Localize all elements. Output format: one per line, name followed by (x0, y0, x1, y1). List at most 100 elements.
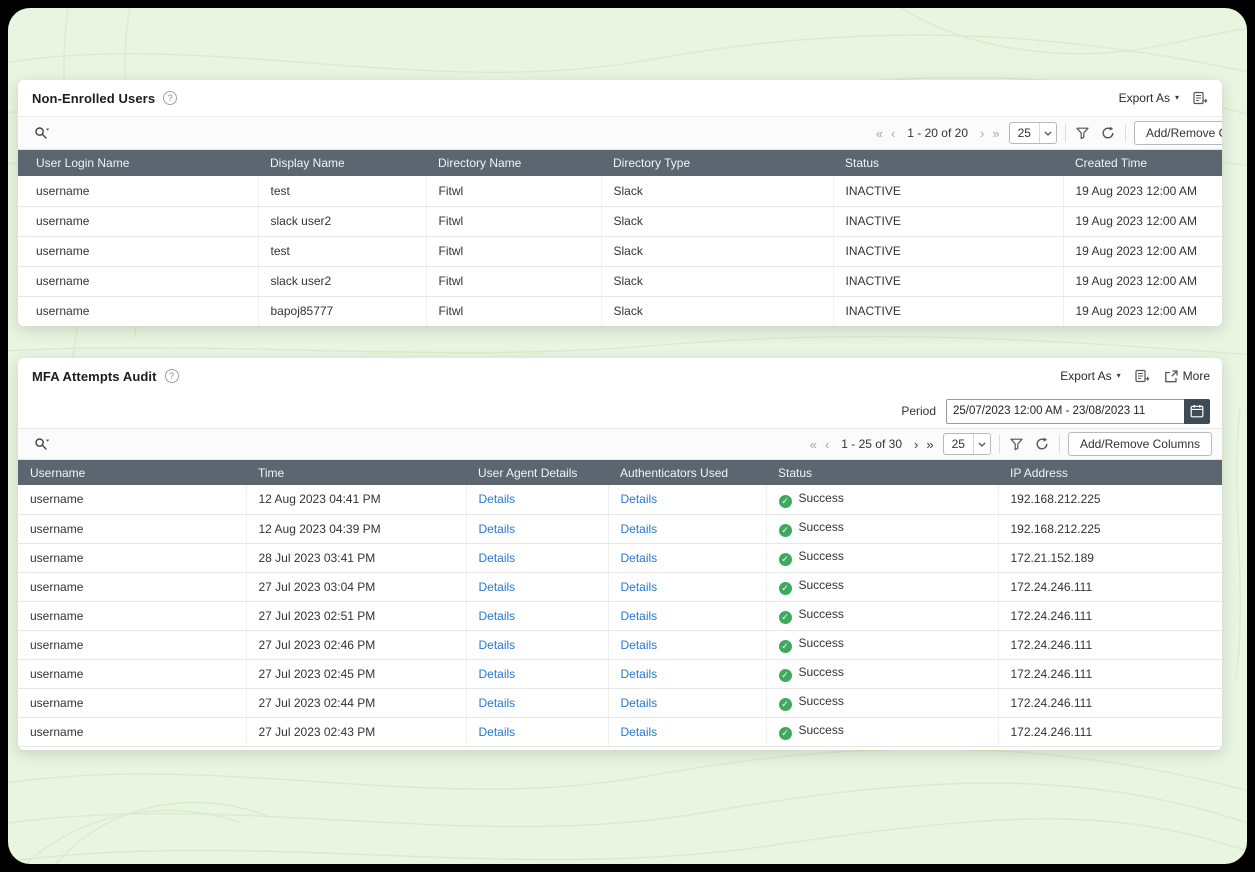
table-header-row: UsernameTimeUser Agent DetailsAuthentica… (18, 460, 1222, 485)
help-icon[interactable]: ? (165, 369, 179, 383)
mfa-attempts-audit-panel: MFA Attempts Audit ? Export As ▾ More (18, 358, 1222, 750)
column-header-status[interactable]: Status (766, 460, 998, 485)
prev-page-button[interactable]: ‹ (824, 438, 830, 451)
toolbar-divider (999, 435, 1000, 453)
table-cell: Details (608, 514, 766, 543)
period-input[interactable] (946, 399, 1184, 424)
next-page-button[interactable]: › (913, 438, 919, 451)
last-page-button[interactable]: » (991, 127, 1000, 140)
caret-down-icon: ▾ (1175, 94, 1179, 102)
details-link[interactable]: Details (621, 551, 658, 565)
column-header-created-time[interactable]: Created Time (1063, 150, 1222, 176)
details-link[interactable]: Details (479, 667, 516, 681)
table-cell: Details (608, 572, 766, 601)
success-icon: ✓ (779, 727, 792, 740)
details-link[interactable]: Details (621, 522, 658, 536)
page-size-select[interactable]: 25 (1009, 122, 1057, 144)
details-link[interactable]: Details (621, 725, 658, 739)
refresh-icon[interactable] (1099, 124, 1117, 142)
last-page-button[interactable]: » (925, 438, 934, 451)
details-link[interactable]: Details (479, 522, 516, 536)
table-cell: username (18, 543, 246, 572)
export-as-label: Export As (1119, 91, 1170, 105)
export-as-button[interactable]: Export As ▾ (1119, 91, 1179, 105)
details-link[interactable]: Details (479, 551, 516, 565)
table-row: usernametestFitwlSlackINACTIVE19 Aug 202… (18, 236, 1222, 266)
column-header-user-agent-details[interactable]: User Agent Details (466, 460, 608, 485)
details-link[interactable]: Details (621, 580, 658, 594)
table-cell: Fitwl (426, 266, 601, 296)
filter-icon[interactable] (1074, 125, 1091, 142)
page-size-select[interactable]: 25 (943, 433, 991, 455)
table-cell: Slack (601, 206, 833, 236)
details-link[interactable]: Details (479, 580, 516, 594)
table-cell: username (18, 206, 258, 236)
first-page-button[interactable]: « (809, 438, 818, 451)
column-header-authenticators-used[interactable]: Authenticators Used (608, 460, 766, 485)
table-cell: Fitwl (426, 296, 601, 326)
add-remove-columns-button[interactable]: Add/Remove Columns (1068, 432, 1212, 456)
table-cell: 172.24.246.111 (998, 688, 1222, 717)
status-cell: ✓Success (766, 485, 998, 514)
success-icon: ✓ (779, 669, 792, 682)
success-icon: ✓ (779, 698, 792, 711)
non-enrolled-users-table: User Login NameDisplay NameDirectory Nam… (18, 150, 1222, 326)
details-link[interactable]: Details (479, 609, 516, 623)
column-header-directory-name[interactable]: Directory Name (426, 150, 601, 176)
table-cell: Details (466, 543, 608, 572)
filter-icon[interactable] (1008, 436, 1025, 453)
table-row: username27 Jul 2023 02:43 PMDetailsDetai… (18, 717, 1222, 746)
period-filter-row: Period (18, 394, 1222, 428)
details-link[interactable]: Details (479, 638, 516, 652)
table-cell: 12 Aug 2023 04:39 PM (246, 514, 466, 543)
export-as-button[interactable]: Export As ▾ (1060, 369, 1120, 383)
table-cell: username (18, 236, 258, 266)
more-icon (1164, 370, 1178, 383)
export-as-label: Export As (1060, 369, 1111, 383)
export-options-icon[interactable] (1133, 367, 1152, 385)
column-header-display-name[interactable]: Display Name (258, 150, 426, 176)
success-icon: ✓ (779, 553, 792, 566)
details-link[interactable]: Details (621, 638, 658, 652)
column-header-username[interactable]: Username (18, 460, 246, 485)
calendar-icon[interactable] (1184, 399, 1210, 424)
table-row: username27 Jul 2023 02:46 PMDetailsDetai… (18, 630, 1222, 659)
table-row: usernameslack user2FitwlSlackINACTIVE19 … (18, 206, 1222, 236)
table-cell: 172.24.246.111 (998, 630, 1222, 659)
table-cell: INACTIVE (833, 236, 1063, 266)
table-cell: 172.24.246.111 (998, 601, 1222, 630)
column-header-ip-address[interactable]: IP Address (998, 460, 1222, 485)
column-header-time[interactable]: Time (246, 460, 466, 485)
table-cell: test (258, 236, 426, 266)
table-cell: username (18, 601, 246, 630)
help-icon[interactable]: ? (163, 91, 177, 105)
details-link[interactable]: Details (621, 609, 658, 623)
search-icon[interactable] (32, 124, 53, 143)
prev-page-button[interactable]: ‹ (890, 127, 896, 140)
refresh-icon[interactable] (1033, 435, 1051, 453)
export-options-icon[interactable] (1191, 89, 1210, 107)
more-button[interactable]: More (1164, 369, 1210, 383)
details-link[interactable]: Details (621, 492, 658, 506)
column-header-directory-type[interactable]: Directory Type (601, 150, 833, 176)
search-icon[interactable] (32, 435, 53, 454)
column-header-user-login-name[interactable]: User Login Name (18, 150, 258, 176)
table-cell: test (258, 176, 426, 206)
add-remove-columns-button[interactable]: Add/Remove Columns (1134, 121, 1222, 145)
next-page-button[interactable]: › (979, 127, 985, 140)
details-link[interactable]: Details (621, 696, 658, 710)
dashboard-background: Non-Enrolled Users ? Export As ▾ « (8, 8, 1247, 864)
table-cell: 28 Jul 2023 03:41 PM (246, 543, 466, 572)
column-header-status[interactable]: Status (833, 150, 1063, 176)
page-range: 1 - 25 of 30 (841, 437, 902, 451)
table-cell: Details (466, 514, 608, 543)
table-cell: Details (466, 659, 608, 688)
details-link[interactable]: Details (479, 492, 516, 506)
panel-header: Non-Enrolled Users ? Export As ▾ (18, 80, 1222, 117)
non-enrolled-users-panel: Non-Enrolled Users ? Export As ▾ « (18, 80, 1222, 326)
details-link[interactable]: Details (479, 696, 516, 710)
details-link[interactable]: Details (479, 725, 516, 739)
first-page-button[interactable]: « (875, 127, 884, 140)
details-link[interactable]: Details (621, 667, 658, 681)
table-cell: Details (466, 601, 608, 630)
